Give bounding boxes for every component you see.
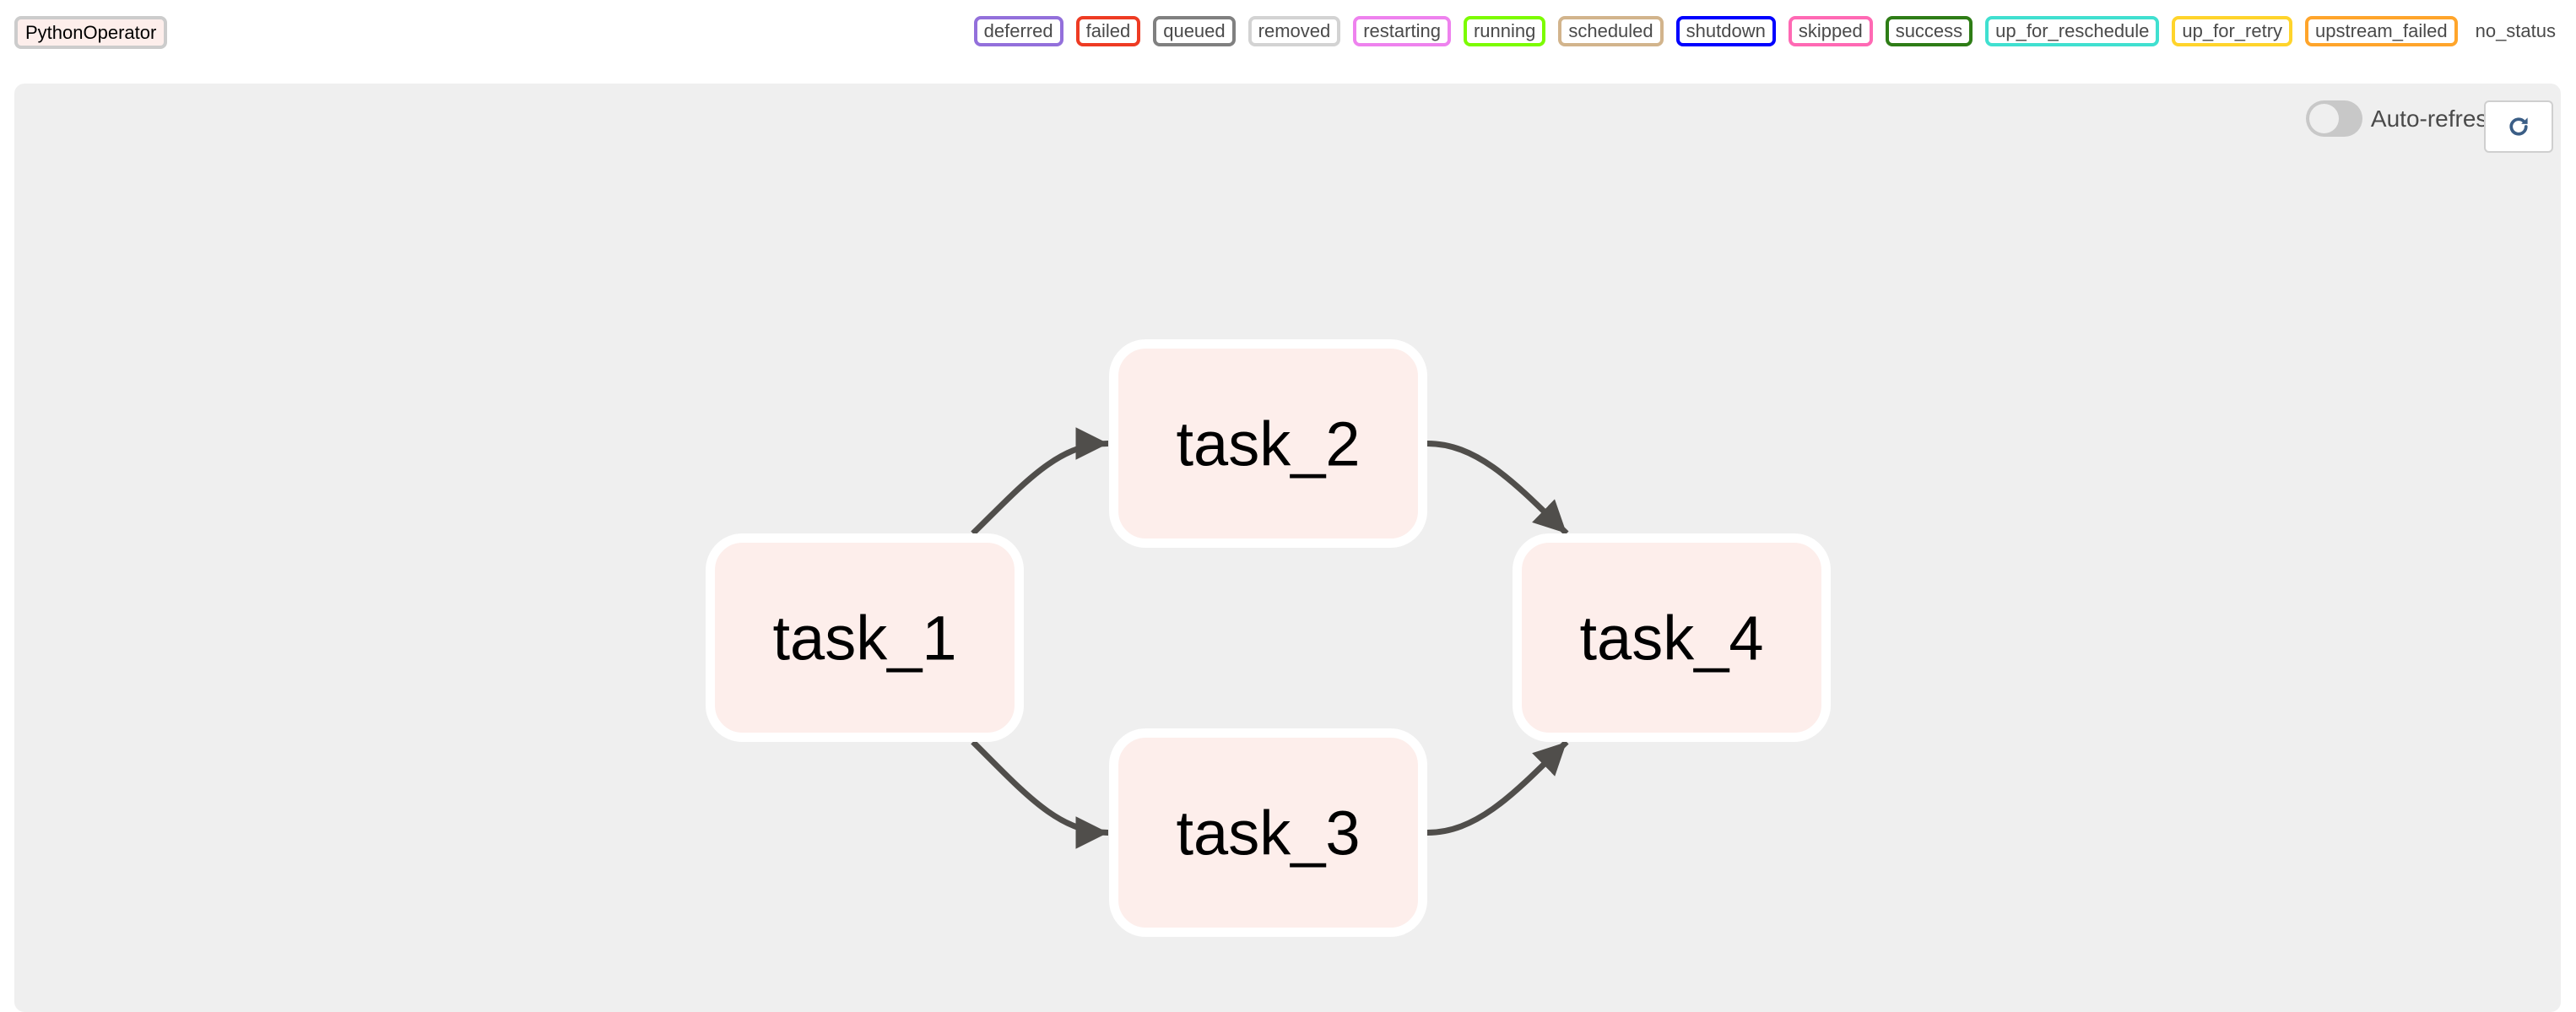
task-node-task-4[interactable]: task_4 — [1513, 533, 1831, 742]
dag-graph: task_1 task_2 task_3 task_4 — [706, 339, 1831, 937]
task-node-task-3[interactable]: task_3 — [1109, 728, 1427, 937]
task-node-label: task_4 — [1579, 603, 1763, 674]
edge-task-2-to-task-4 — [1426, 441, 1569, 536]
task-node-task-2[interactable]: task_2 — [1109, 339, 1427, 548]
task-node-label: task_1 — [772, 603, 956, 674]
edge-task-3-to-task-4 — [1426, 739, 1569, 836]
task-node-task-1[interactable]: task_1 — [706, 533, 1024, 742]
edge-task-1-to-task-2 — [971, 427, 1109, 536]
task-node-label: task_2 — [1176, 409, 1360, 479]
task-node-label: task_3 — [1176, 798, 1360, 869]
edge-task-1-to-task-3 — [971, 739, 1109, 849]
